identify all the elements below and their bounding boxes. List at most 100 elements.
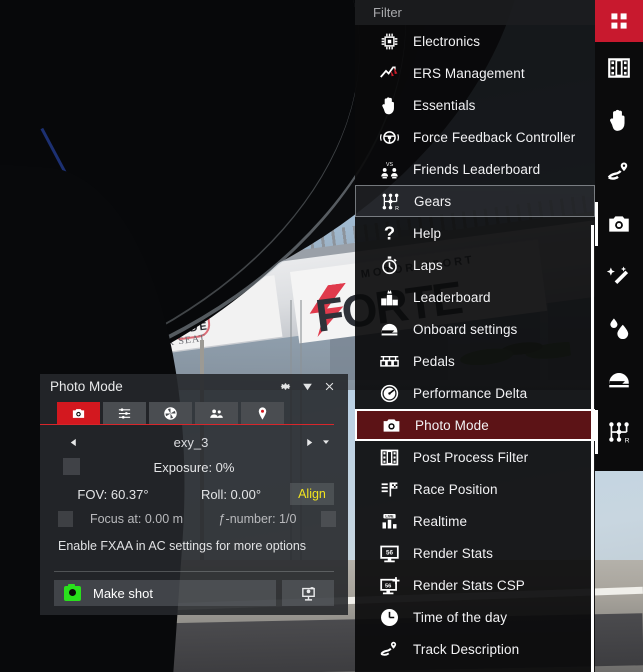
icon-bar-track-description[interactable] (595, 146, 643, 198)
app-list-item-gears[interactable]: R Gears (355, 185, 595, 217)
ers-arrows-icon (379, 66, 397, 78)
app-list-item-laps[interactable]: Laps (355, 249, 595, 281)
next-preset-button[interactable] (300, 433, 318, 451)
helmet-icon (381, 323, 397, 335)
exposure-value: Exposure: 0% (153, 459, 235, 475)
preset-menu-button[interactable] (318, 434, 334, 450)
hand-icon (610, 109, 625, 131)
svg-text:R: R (395, 205, 399, 211)
monitor-fps-icon: 56 (379, 545, 399, 562)
monitor-fps-icon: 56 (377, 541, 401, 565)
hand-icon (377, 93, 401, 117)
caret-down-icon[interactable] (296, 375, 318, 397)
app-list-item-race-position[interactable]: Race Position (355, 473, 595, 505)
app-list-item-label: Performance Delta (413, 385, 528, 401)
filter-placeholder: Filter (373, 5, 402, 20)
photo-mode-tab-adjust[interactable] (103, 402, 146, 424)
app-list-item-photo-mode[interactable]: Photo Mode (355, 409, 595, 441)
app-root: B BRIDE BRIDE SUPER SEAT MOTOR SPORT FOR… (0, 0, 643, 672)
app-list-item-label: Electronics (413, 33, 481, 49)
app-list-item-performance-delta[interactable]: Performance Delta (355, 377, 595, 409)
icon-bar-essentials[interactable] (595, 94, 643, 146)
align-button[interactable]: Align (290, 483, 334, 505)
helmet-icon (609, 372, 629, 388)
gear-icon[interactable] (274, 375, 296, 397)
fov-value[interactable]: FOV: 60.37° (54, 487, 172, 502)
app-list-item-friends-leaderboard[interactable]: VS Friends Leaderboard (355, 153, 595, 185)
screen-capture-button[interactable] (282, 580, 334, 606)
focus-swatch[interactable] (58, 511, 73, 527)
app-list-item-realtime[interactable]: LIVE Realtime (355, 505, 595, 537)
fnumber-swatch[interactable] (321, 511, 336, 527)
photo-mode-tab-position[interactable] (241, 402, 284, 424)
aperture-icon (164, 406, 177, 420)
close-icon[interactable] (318, 375, 340, 397)
app-list-item-label: Laps (413, 257, 443, 273)
app-list-panel: Filter Electronics ERS Management Essentia… (355, 0, 595, 672)
podium-icon (377, 285, 401, 309)
chip-icon (377, 29, 401, 53)
pedals-icon (379, 355, 399, 367)
stopwatch-icon (377, 253, 401, 277)
clock-icon (377, 605, 401, 629)
people-icon (210, 408, 223, 418)
film-strip-icon (380, 449, 398, 465)
app-list-item-label: Render Stats CSP (413, 577, 525, 593)
filter-search-box[interactable]: Filter (355, 0, 595, 25)
app-list-item-time-of-the-day[interactable]: Time of the day (355, 601, 595, 633)
gauge-icon (380, 384, 398, 402)
icon-bar-weather[interactable] (595, 302, 643, 354)
photo-mode-tab-camera[interactable] (57, 402, 100, 424)
fnumber-value[interactable]: ƒ-number: 1/0 (200, 512, 315, 526)
clock-icon (380, 608, 398, 626)
icon-bar-post-process[interactable] (595, 42, 643, 94)
green-camera-icon (64, 583, 81, 601)
ers-arrows-icon (377, 61, 401, 85)
photo-mode-title: Photo Mode (50, 378, 123, 394)
app-list-item-post-process-filter[interactable]: Post Process Filter (355, 441, 595, 473)
app-list-item-force-feedback-controller[interactable]: Force Feedback Controller (355, 121, 595, 153)
icon-bar-apps-grid[interactable] (595, 0, 643, 42)
app-list-item-onboard-settings[interactable]: Onboard settings (355, 313, 595, 345)
icon-bar-gears[interactable]: R (595, 406, 643, 458)
monitor-fps-plus-icon: 56 (379, 576, 399, 594)
camera-icon (72, 408, 85, 418)
app-list-item-leaderboard[interactable]: Leaderboard (355, 281, 595, 313)
app-list-item-pedals[interactable]: Pedals (355, 345, 595, 377)
make-shot-button[interactable]: Make shot (54, 580, 276, 606)
prev-preset-button[interactable] (64, 433, 82, 451)
panel-scrollbar[interactable] (591, 225, 594, 672)
app-list-item-ers-management[interactable]: ERS Management (355, 57, 595, 89)
app-list-item-label: Gears (414, 193, 452, 209)
gear-shifter-icon: R (382, 193, 399, 211)
app-list-item-electronics[interactable]: Electronics (355, 25, 595, 57)
steering-wheel-icon (379, 130, 399, 144)
app-list-item-label: Essentials (413, 97, 476, 113)
photo-mode-tab-drivers[interactable] (195, 402, 238, 424)
app-list-item-render-stats[interactable]: 56 Render Stats (355, 537, 595, 569)
icon-bar-effects[interactable] (595, 250, 643, 302)
app-list-item-label: Render Stats (413, 545, 493, 561)
photo-mode-titlebar[interactable]: Photo Mode (40, 374, 348, 398)
exposure-swatch[interactable] (63, 458, 80, 475)
podium-icon (380, 289, 398, 305)
icon-bar-onboard-settings[interactable] (595, 354, 643, 406)
track-map-icon (377, 637, 401, 661)
focus-value[interactable]: Focus at: 0.00 m (79, 512, 194, 526)
camera-icon (383, 418, 399, 432)
app-list-item-label: ERS Management (413, 65, 525, 81)
make-shot-label: Make shot (93, 585, 153, 601)
app-list-item-track-description[interactable]: Track Description (355, 633, 595, 665)
preset-name: exy_3 (173, 434, 209, 450)
app-list-item-label: Leaderboard (413, 289, 491, 305)
roll-value[interactable]: Roll: 0.00° (172, 487, 290, 502)
app-list-item-render-stats-csp[interactable]: 56 Render Stats CSP (355, 569, 595, 601)
map-pin-icon (258, 406, 267, 420)
icon-bar-photo-mode[interactable] (595, 198, 643, 250)
app-list-item-essentials[interactable]: Essentials (355, 89, 595, 121)
chip-icon (381, 33, 397, 49)
live-bars-icon: LIVE (382, 513, 396, 528)
preset-navigator: exy_3 (40, 429, 348, 455)
photo-mode-tab-aperture[interactable] (149, 402, 192, 424)
app-list-item-help[interactable]: ? Help (355, 217, 595, 249)
